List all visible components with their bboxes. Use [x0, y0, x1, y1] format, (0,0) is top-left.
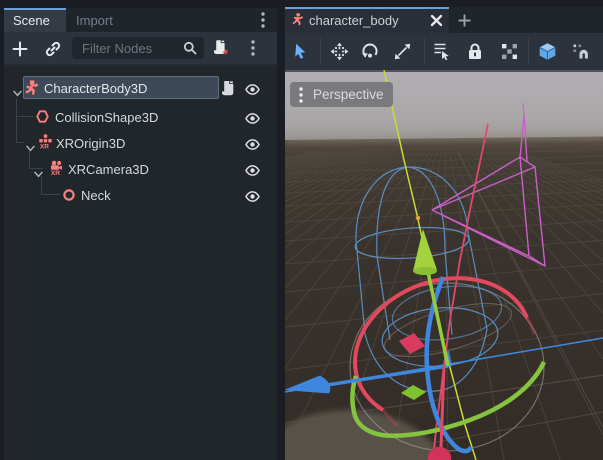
svg-text:XR: XR — [40, 143, 49, 149]
svg-text:XR: XR — [51, 170, 60, 175]
